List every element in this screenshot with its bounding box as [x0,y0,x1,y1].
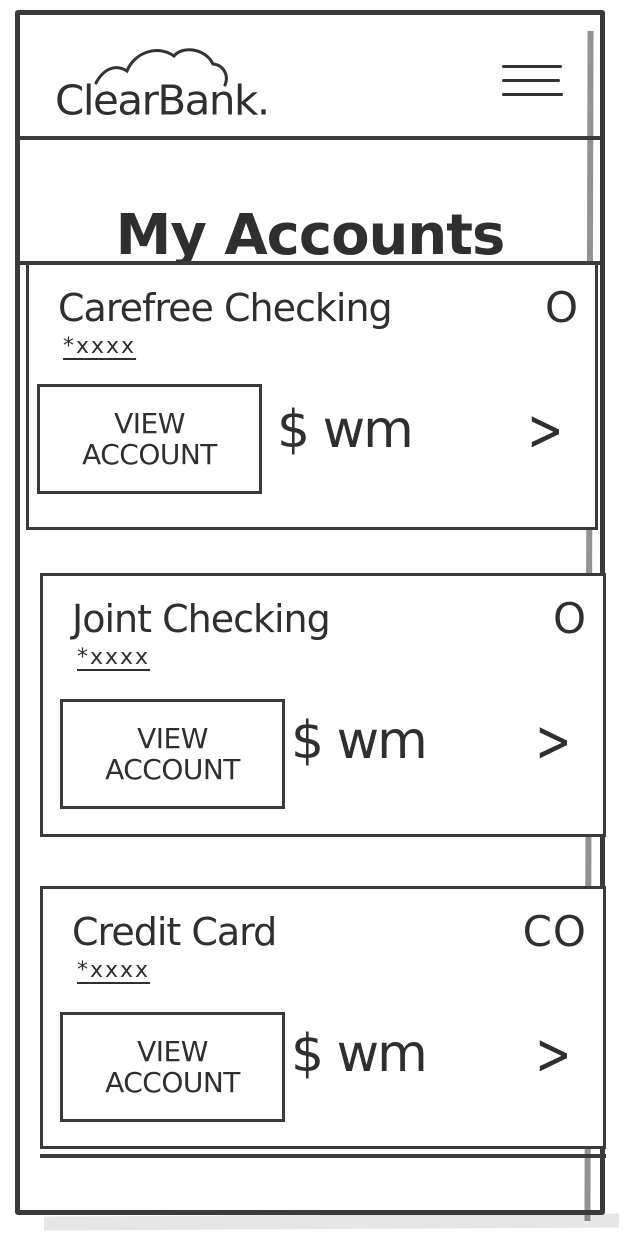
mobile-screen: ClearBank. My Accounts Carefree Checking… [15,10,606,1222]
account-status: O [544,283,579,332]
app-header: ClearBank. [20,15,600,140]
account-name: Carefree Checking [58,286,393,330]
page-shadow [43,1213,620,1231]
account-number: *xxxx [63,334,137,359]
hamburger-menu-button[interactable] [502,61,564,103]
account-card: Carefree Checking O *xxxx VIEW ACCOUNT $… [26,262,598,530]
chevron-right-icon[interactable]: > [535,1025,571,1083]
account-number: *xxxx [77,645,151,670]
page-title: My Accounts [115,202,506,268]
account-name: Credit Card [72,910,277,954]
account-balance: $ wm [291,711,428,771]
menu-line-icon [502,79,560,82]
account-number: *xxxx [77,958,151,983]
chevron-right-icon[interactable]: > [535,712,571,770]
account-balance: $ wm [277,400,414,460]
account-name: Joint Checking [72,597,331,641]
account-card: Joint Checking O *xxxx VIEW ACCOUNT $ wm… [40,573,606,837]
footer-divider [40,1154,606,1158]
view-account-button[interactable]: VIEW ACCOUNT [60,699,285,809]
account-status: CO [522,907,587,956]
clearbank-logo[interactable]: ClearBank. [55,80,270,121]
view-account-button[interactable]: VIEW ACCOUNT [37,384,262,494]
menu-line-icon [502,93,563,96]
account-card: Credit Card CO *xxxx VIEW ACCOUNT $ wm > [40,886,606,1149]
menu-line-icon [502,65,562,68]
account-status: O [552,594,587,643]
account-balance: $ wm [291,1024,428,1084]
chevron-right-icon[interactable]: > [527,401,563,459]
view-account-button[interactable]: VIEW ACCOUNT [60,1012,285,1122]
